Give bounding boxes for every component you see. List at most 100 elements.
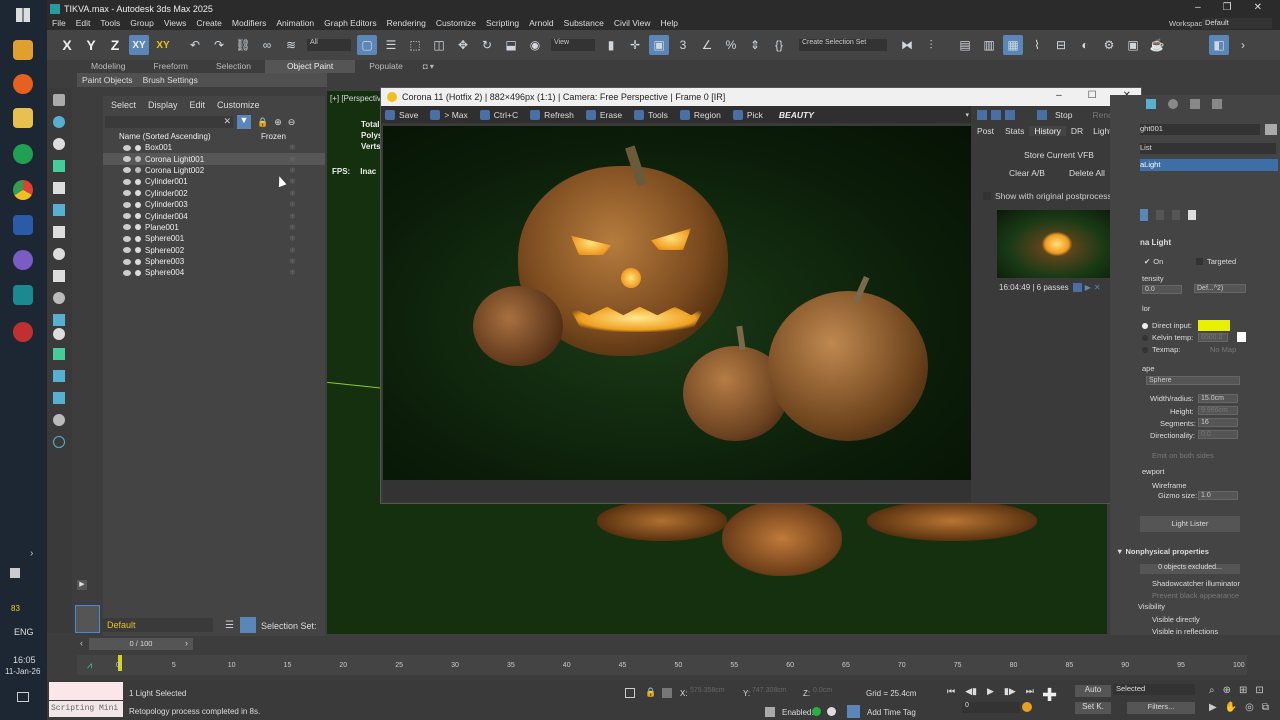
app-icon-1[interactable] (13, 40, 33, 60)
render-dot-icon[interactable] (135, 258, 141, 265)
render-dot-icon[interactable] (135, 201, 141, 208)
rotate-icon[interactable]: ↻ (477, 35, 497, 55)
time-tag-icon[interactable] (827, 707, 836, 716)
vfb-maximize-icon[interactable]: ☐ (1088, 90, 1097, 101)
visibility-eye-icon[interactable] (123, 144, 131, 151)
freeze-icon[interactable]: ❄ (289, 257, 296, 266)
render-dot-icon[interactable] (135, 235, 141, 242)
visibility-eye-icon[interactable] (123, 235, 131, 242)
bind-spacewarp-icon[interactable]: ≋ (281, 35, 301, 55)
keyboard-shortcut-icon[interactable]: ▣ (649, 35, 669, 55)
render-pass-dropdown[interactable]: BEAUTY (779, 110, 814, 120)
show-original-checkbox[interactable]: Show with original postprocessing (983, 191, 1123, 201)
selection-filter-dropdown[interactable]: All (307, 39, 351, 51)
direct-color-swatch[interactable] (1198, 320, 1230, 331)
vfb-save-button[interactable]: Save (385, 109, 418, 120)
x-coordinate[interactable]: 575.358cm (690, 687, 740, 698)
time-tag-button-icon[interactable] (847, 705, 860, 718)
object-color-swatch[interactable] (1265, 124, 1277, 135)
time-config-icon[interactable] (1022, 702, 1032, 712)
systems-icon[interactable] (53, 314, 65, 326)
zoom-icon[interactable]: ⌕ (1209, 685, 1215, 696)
render-dot-icon[interactable] (135, 269, 141, 276)
cp-motion-icon[interactable] (1212, 99, 1222, 109)
edit-named-sets-icon[interactable]: {} (769, 35, 789, 55)
filter-funnel-icon[interactable]: ▼ (237, 115, 251, 129)
current-frame-field[interactable]: 0 (962, 702, 1020, 713)
notifications-icon[interactable] (17, 692, 29, 702)
unlink-icon[interactable]: ∞ (257, 35, 277, 55)
kelvin-color-swatch[interactable] (1237, 332, 1246, 342)
history-entry[interactable]: 16:04:49 | 6 passes ▶ ✕ (999, 283, 1101, 292)
link-icon[interactable]: ⛓ (233, 35, 253, 55)
menu-rendering[interactable]: Rendering (382, 17, 431, 30)
shadowcatcher-checkbox[interactable]: Shadowcatcher illuminator (1152, 579, 1240, 588)
axis-z-button[interactable]: Z (105, 35, 125, 55)
go-to-end-icon[interactable]: ⏭ (1026, 686, 1034, 697)
axis-xy-button[interactable]: XY (129, 35, 149, 55)
explorer-search-input[interactable]: ✕ (105, 116, 233, 128)
snaps-toggle-icon[interactable]: 3 (673, 35, 693, 55)
maximize-viewport-icon[interactable]: ⧉ (1262, 702, 1269, 713)
directionality-spinner[interactable]: 0.0 (1198, 430, 1238, 439)
pivot-icon[interactable]: ▮ (601, 35, 621, 55)
stop-button[interactable]: Stop (1055, 110, 1073, 120)
ribbon-tab-freeform[interactable]: Freeform (140, 60, 202, 73)
freeze-icon[interactable]: ❄ (289, 177, 296, 186)
vfb-tools-button[interactable]: Tools (634, 109, 668, 120)
selection-lock-icon[interactable]: 🔒 (645, 687, 656, 698)
visibility-eye-icon[interactable] (123, 213, 131, 220)
list-item[interactable]: Corona Light002 ❄ (103, 165, 325, 176)
select-object-icon[interactable]: ▢ (357, 35, 377, 55)
menu-edit[interactable]: Edit (71, 17, 96, 30)
maxscript-mini-listener[interactable]: Scripting Mini (49, 701, 123, 717)
key-filters-button[interactable]: Filters... (1127, 702, 1195, 714)
menu-arnold[interactable]: Arnold (524, 17, 559, 30)
ribbon-tab-populate[interactable]: Populate (355, 60, 417, 73)
spacewarps-icon[interactable] (53, 292, 65, 304)
ribbon-tab-modeling[interactable]: Modeling (77, 60, 140, 73)
shape-dropdown[interactable]: Sphere (1146, 376, 1240, 385)
freeze-icon[interactable]: ❄ (289, 212, 296, 221)
ribbon-tab-selection[interactable]: Selection (202, 60, 265, 73)
vfb-pick-button[interactable]: Pick (732, 109, 763, 120)
lights-icon[interactable] (53, 226, 65, 238)
menu-tools[interactable]: Tools (95, 17, 125, 30)
list-item[interactable]: Cylinder004 ❄ (103, 210, 325, 221)
list-item[interactable]: Plane001 ❄ (103, 222, 325, 233)
freeze-icon[interactable]: ❄ (289, 246, 296, 255)
clear-search-icon[interactable]: ✕ (223, 116, 231, 127)
hierarchy-collapse-icon[interactable]: ⊖ (288, 117, 296, 128)
render-dot-icon[interactable] (135, 178, 141, 185)
rollout-title[interactable]: na Light (1140, 238, 1171, 247)
layer-explorer-icon[interactable]: ▥ (979, 35, 999, 55)
cp-create-icon[interactable] (1146, 99, 1156, 109)
layer-stack-icon[interactable]: ☰ (225, 620, 234, 631)
scene-explorer-toggle-icon[interactable]: ▤ (955, 35, 975, 55)
vfb-region-button[interactable]: Region (679, 109, 721, 120)
absolute-mode-icon[interactable] (662, 688, 672, 698)
on-checkbox[interactable]: ✔ On (1144, 257, 1163, 266)
prevent-black-checkbox[interactable]: Prevent black appearance (1152, 591, 1239, 600)
close-icon[interactable]: ✕ (1254, 2, 1262, 13)
menu-modifiers[interactable]: Modifiers (227, 17, 271, 30)
width-radius-spinner[interactable]: 15.0cm (1198, 394, 1238, 403)
texmap-button[interactable]: No Map (1210, 345, 1236, 354)
history-delete-icon[interactable]: ✕ (1094, 283, 1101, 292)
cameras-icon[interactable] (53, 248, 65, 260)
adaptive-degradation-icon[interactable] (765, 707, 775, 717)
move-icon[interactable]: ✥ (453, 35, 473, 55)
list-item[interactable]: Cylinder002 ❄ (103, 188, 325, 199)
mirror-icon[interactable]: ⧓ (897, 35, 917, 55)
vfb-tab-post[interactable]: Post (971, 126, 1000, 136)
filter-geometry-icon[interactable] (53, 348, 65, 360)
filter-lights-icon[interactable] (53, 370, 65, 382)
rect-selection-icon[interactable]: ⬚ (405, 35, 425, 55)
viewport-label[interactable]: [+] [Perspective (330, 94, 385, 103)
pin-stack-icon[interactable] (1140, 209, 1148, 221)
render-dot-icon[interactable] (135, 144, 141, 151)
scale-icon[interactable]: ⬓ (501, 35, 521, 55)
window-crossing-icon[interactable]: ◫ (429, 35, 449, 55)
curve-editor-icon[interactable]: ⌇ (1027, 35, 1047, 55)
app-icon-green[interactable] (13, 144, 33, 164)
